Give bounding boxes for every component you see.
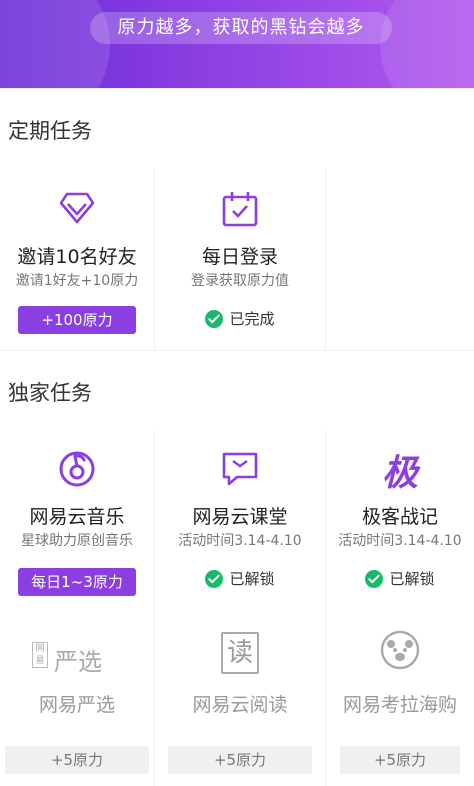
geek-logo-icon: 极 [381, 453, 419, 494]
reward-button[interactable]: +100原力 [18, 306, 136, 334]
task-card-yanxuan[interactable]: 网易 严选 网易严选 +5原力 [0, 612, 155, 786]
chat-book-icon [222, 452, 258, 486]
task-subtitle: 活动时间3.14-4.10 [178, 533, 302, 549]
task-title: 网易云课堂 [192, 506, 288, 528]
exclusive-task-row: 网易云音乐 星球助力原创音乐 每日1~3原力 网易云课堂 活动时间3.14-4.… [0, 430, 474, 613]
task-title: 网易云阅读 [192, 694, 288, 716]
netease-music-icon [59, 451, 95, 487]
banner-decoration [0, 0, 110, 88]
task-card-netease-reading[interactable]: 读 网易云阅读 +5原力 [155, 612, 326, 786]
reward-button[interactable]: +5原力 [340, 746, 460, 774]
section-title: 定期任务 [8, 119, 92, 143]
task-subtitle: 星球助力原创音乐 [21, 533, 133, 549]
task-card-kaola[interactable]: 网易考拉海购 +5原力 [326, 612, 474, 786]
status-unlocked: 已解锁 [326, 568, 474, 590]
koala-icon [380, 630, 420, 670]
section-header-periodic: 定期任务 [0, 88, 474, 170]
task-subtitle: 邀请1好友+10原力 [15, 273, 139, 289]
task-card-netease-music[interactable]: 网易云音乐 星球助力原创音乐 每日1~3原力 [0, 430, 155, 612]
task-card-netease-course[interactable]: 网易云课堂 活动时间3.14-4.10 已解锁 [155, 430, 326, 612]
task-subtitle: 登录获取原力值 [191, 273, 289, 289]
top-banner: 原力越多，获取的黑钻会越多 [0, 0, 474, 88]
task-title: 网易云音乐 [29, 506, 125, 528]
task-title: 极客战记 [361, 506, 438, 528]
check-circle-icon [205, 569, 224, 588]
calendar-check-icon [222, 192, 258, 227]
section-title: 独家任务 [8, 381, 92, 405]
banner-decoration [380, 0, 474, 88]
task-title: 邀请10名好友 [17, 246, 137, 268]
reward-button[interactable]: 每日1~3原力 [18, 568, 136, 596]
task-title: 每日登录 [201, 246, 278, 268]
task-card-geek-chronicle[interactable]: 极 极客战记 活动时间3.14-4.10 已解锁 [326, 430, 474, 612]
task-subtitle: 活动时间3.14-4.10 [338, 533, 462, 549]
status-unlocked: 已解锁 [155, 568, 325, 590]
task-title: 网易严选 [38, 694, 115, 716]
locked-task-row: 网易 严选 网易严选 +5原力 读 网易云阅读 +5原力 网易考拉海购 +5原力 [0, 612, 474, 786]
task-card-invite[interactable]: 邀请10名好友 邀请1好友+10原力 +100原力 [0, 168, 155, 350]
check-circle-icon [205, 309, 224, 328]
banner-message: 原力越多，获取的黑钻会越多 [90, 12, 392, 44]
task-title: 网易考拉海购 [342, 694, 457, 716]
reward-button[interactable]: +5原力 [5, 746, 149, 774]
status-completed: 已完成 [155, 308, 325, 330]
reward-button[interactable]: +5原力 [168, 746, 312, 774]
task-card-daily-login[interactable]: 每日登录 登录获取原力值 已完成 [155, 168, 326, 350]
check-circle-icon [365, 569, 384, 588]
diamond-icon [59, 192, 95, 224]
empty-task-slot [326, 168, 474, 350]
yanxuan-logo-icon: 网易 严选 [32, 642, 122, 676]
reading-logo-icon: 读 [221, 632, 259, 674]
periodic-task-row: 邀请10名好友 邀请1好友+10原力 +100原力 每日登录 登录获取原力值 已… [0, 168, 474, 351]
section-header-exclusive: 独家任务 [0, 350, 474, 432]
